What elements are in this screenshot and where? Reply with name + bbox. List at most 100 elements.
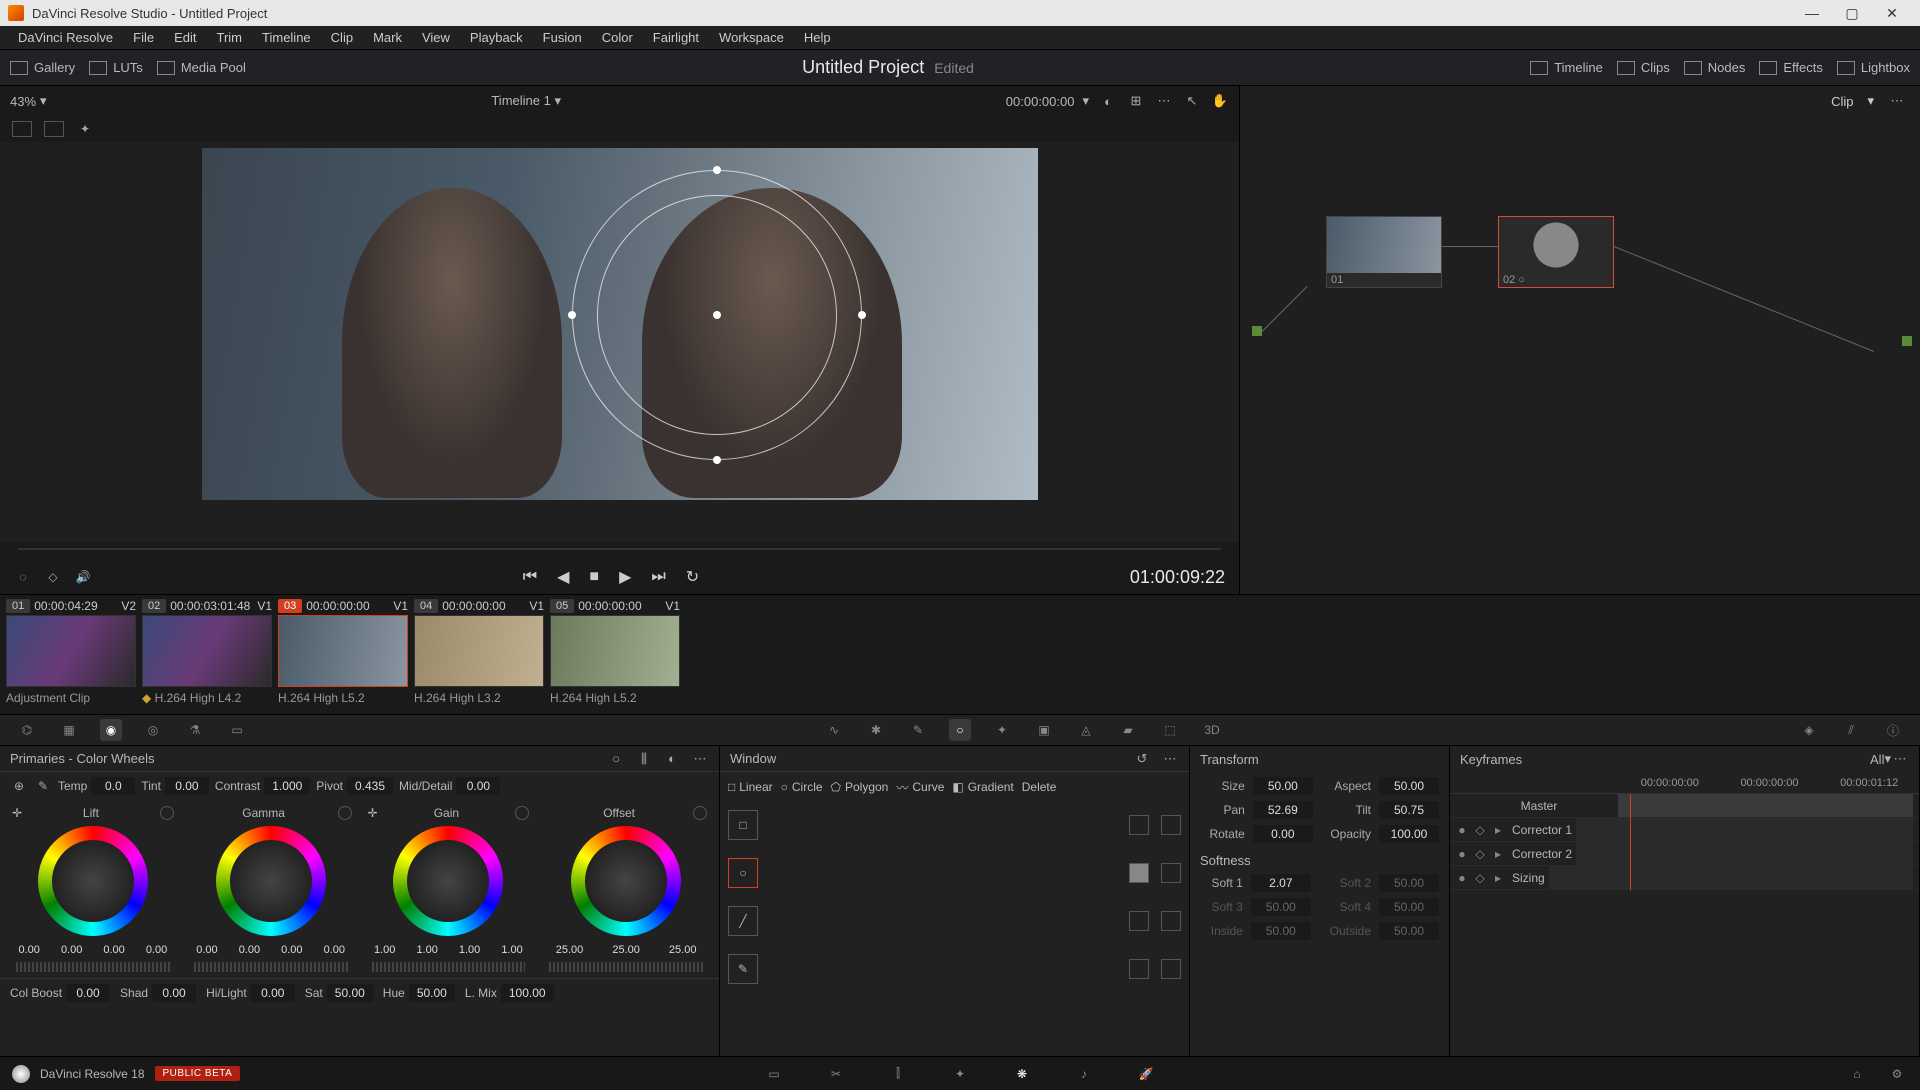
cut-page-icon[interactable]: ✂: [825, 1063, 847, 1085]
media-page-icon[interactable]: ▭: [763, 1063, 785, 1085]
polygon-shape-button[interactable]: ⬠Polygon: [831, 780, 889, 794]
color-wheels-icon[interactable]: ◉: [100, 719, 122, 741]
invert-toggle[interactable]: [1161, 815, 1181, 835]
edit-page-icon[interactable]: ⫿: [887, 1063, 909, 1085]
options-icon[interactable]: ⋯: [1161, 750, 1179, 768]
eye-icon[interactable]: ●: [1456, 848, 1468, 860]
kf-sizing-row[interactable]: ●◇▸Sizing: [1450, 866, 1919, 890]
menu-trim[interactable]: Trim: [207, 30, 253, 45]
chevron-right-icon[interactable]: ▸: [1492, 824, 1504, 836]
viewer-canvas[interactable]: [0, 142, 1239, 542]
lmix-value[interactable]: 100.00: [501, 984, 554, 1002]
pointer-icon[interactable]: ↖: [1183, 92, 1201, 110]
stop-button[interactable]: ■: [589, 568, 599, 586]
mute-icon[interactable]: 🔊: [74, 568, 92, 586]
nodes-panel[interactable]: Clip▾ ⋯ 01 02 ○: [1240, 86, 1920, 594]
tint-value[interactable]: 0.00: [165, 777, 209, 795]
home-icon[interactable]: ⌂: [1846, 1063, 1868, 1085]
menu-fusion[interactable]: Fusion: [533, 30, 592, 45]
contrast-value[interactable]: 1.000: [264, 777, 310, 795]
colboost-value[interactable]: 0.00: [66, 984, 110, 1002]
node-options-icon[interactable]: ⋯: [1888, 92, 1906, 110]
options-icon[interactable]: ⋯: [691, 750, 709, 768]
gradient-shape-button[interactable]: ◧Gradient: [952, 780, 1013, 794]
node-output-port[interactable]: [1902, 336, 1912, 346]
menu-clip[interactable]: Clip: [321, 30, 363, 45]
scopes-icon[interactable]: ⫽: [1840, 719, 1862, 741]
clip-02[interactable]: 0200:00:03:01:48V1 ◆ H.264 High L4.2: [142, 599, 272, 705]
next-clip-button[interactable]: ⏭: [651, 568, 665, 586]
key-icon[interactable]: ▰: [1117, 719, 1139, 741]
bypass-icon[interactable]: ◌: [14, 568, 32, 586]
mask-toggle[interactable]: [1129, 863, 1149, 883]
mask-toggle[interactable]: [1129, 815, 1149, 835]
sizing-icon[interactable]: ⬚: [1159, 719, 1181, 741]
lightbox-button[interactable]: Lightbox: [1837, 60, 1910, 75]
kf-track[interactable]: [1576, 818, 1913, 841]
nodes-button[interactable]: Nodes: [1684, 60, 1746, 75]
hilight-value[interactable]: 0.00: [251, 984, 295, 1002]
rgb-mixer-icon[interactable]: ⚗: [184, 719, 206, 741]
reset-lift[interactable]: [160, 806, 174, 820]
linear-shape-button[interactable]: □Linear: [728, 780, 773, 794]
play-reverse-button[interactable]: ◀: [557, 567, 569, 587]
wheels-mode-icon[interactable]: ○: [607, 750, 625, 768]
invert-toggle[interactable]: [1161, 911, 1181, 931]
info-icon[interactable]: ⓘ: [1882, 719, 1904, 741]
menu-color[interactable]: Color: [592, 30, 643, 45]
log-mode-icon[interactable]: ◐: [663, 750, 681, 768]
node-02[interactable]: 02 ○: [1498, 216, 1614, 288]
auto-balance-icon[interactable]: ⊕: [10, 777, 28, 795]
gain-wheel[interactable]: [393, 826, 503, 936]
shape-pen-row[interactable]: ✎: [728, 954, 1181, 984]
picker-icon[interactable]: ✎: [34, 777, 52, 795]
menu-file[interactable]: File: [123, 30, 164, 45]
invert-toggle[interactable]: [1161, 959, 1181, 979]
prev-clip-button[interactable]: ⏮: [523, 568, 537, 586]
blur-icon[interactable]: ◬: [1075, 719, 1097, 741]
lock-icon[interactable]: ◇: [1474, 872, 1486, 884]
pivot-value[interactable]: 0.435: [347, 777, 393, 795]
rotate-value[interactable]: 0.00: [1253, 825, 1313, 843]
magic-mask-icon[interactable]: ▣: [1033, 719, 1055, 741]
clips-button[interactable]: Clips: [1617, 60, 1670, 75]
menu-mark[interactable]: Mark: [363, 30, 412, 45]
image-wipe-icon[interactable]: ◐: [1099, 92, 1117, 110]
warper-icon[interactable]: ✱: [865, 719, 887, 741]
fusion-page-icon[interactable]: ✦: [949, 1063, 971, 1085]
picker-icon[interactable]: ✛: [368, 806, 378, 820]
menu-workspace[interactable]: Workspace: [709, 30, 794, 45]
tilt-value[interactable]: 50.75: [1379, 801, 1439, 819]
gain-master[interactable]: [372, 962, 526, 972]
color-match-icon[interactable]: ▦: [58, 719, 80, 741]
keyframe-playhead[interactable]: [1630, 794, 1631, 890]
hdr-wheels-icon[interactable]: ◎: [142, 719, 164, 741]
kf-track[interactable]: [1549, 866, 1913, 889]
menu-fairlight[interactable]: Fairlight: [643, 30, 709, 45]
curves-icon[interactable]: ∿: [823, 719, 845, 741]
kf-track[interactable]: [1576, 842, 1913, 865]
deliver-page-icon[interactable]: 🚀: [1135, 1063, 1157, 1085]
clip-01[interactable]: 0100:00:04:29V2 Adjustment Clip: [6, 599, 136, 705]
qualifier-icon[interactable]: ✎: [907, 719, 929, 741]
middetail-value[interactable]: 0.00: [456, 777, 500, 795]
temp-value[interactable]: 0.0: [91, 777, 135, 795]
gamma-master[interactable]: [194, 962, 348, 972]
mask-handle-left[interactable]: [568, 311, 576, 319]
gamma-wheel[interactable]: [216, 826, 326, 936]
window-maximize[interactable]: ▢: [1832, 0, 1872, 26]
play-button[interactable]: ▶: [619, 567, 631, 587]
offset-wheel[interactable]: [571, 826, 681, 936]
mask-handle-right[interactable]: [858, 311, 866, 319]
shape-curve-row[interactable]: ╱: [728, 906, 1181, 936]
mask-toggle[interactable]: [1129, 959, 1149, 979]
delete-shape-button[interactable]: Delete: [1022, 780, 1057, 794]
eye-icon[interactable]: ●: [1456, 824, 1468, 836]
view-mode-1-icon[interactable]: [12, 121, 32, 137]
motion-effects-icon[interactable]: ▭: [226, 719, 248, 741]
timeline-button[interactable]: Timeline: [1530, 60, 1603, 75]
mask-handle-bottom[interactable]: [713, 456, 721, 464]
options-icon[interactable]: ⋯: [1891, 750, 1909, 768]
kf-corrector2-row[interactable]: ●◇▸Corrector 2: [1450, 842, 1919, 866]
size-value[interactable]: 50.00: [1253, 777, 1313, 795]
